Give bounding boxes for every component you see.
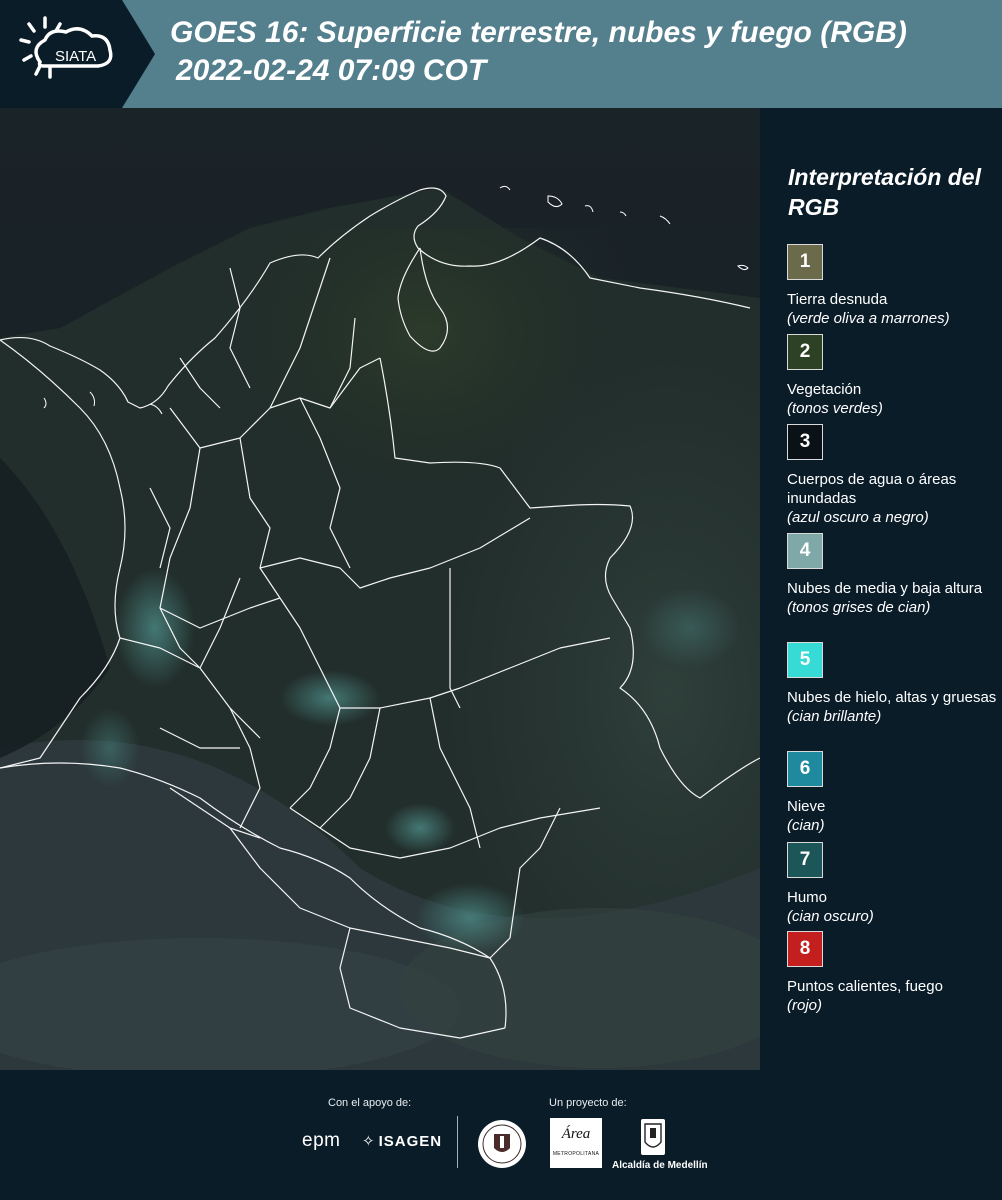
legend-item-5: 5 Nubes de hielo, altas y gruesas (cian … bbox=[787, 642, 997, 726]
legend-panel: Interpretación del RGB 1 Tierra desnuda … bbox=[765, 108, 1002, 1070]
legend-item-2: 2 Vegetación (tonos verdes) bbox=[787, 334, 997, 418]
legend-label-4: Nubes de media y baja altura bbox=[787, 580, 983, 597]
header-bar: SIATA GOES 16: Superficie terrestre, nub… bbox=[0, 0, 1002, 108]
legend-item-4: 4 Nubes de media y baja altura (tonos gr… bbox=[787, 533, 997, 617]
legend-label-8: Puntos calientes, fuego bbox=[787, 978, 943, 995]
legend-swatch-2: 2 bbox=[787, 334, 823, 370]
legend-text-5: Nubes de hielo, altas y gruesas (cian br… bbox=[787, 688, 997, 726]
legend-swatch-7: 7 bbox=[787, 842, 823, 878]
legend-item-1: 1 Tierra desnuda (verde oliva a marrones… bbox=[787, 244, 997, 328]
legend-swatch-6: 6 bbox=[787, 751, 823, 787]
title-line-2: 2022-02-24 07:09 COT bbox=[176, 54, 487, 87]
legend-item-3: 3 Cuerpos de agua o áreas inundadas (azu… bbox=[787, 424, 997, 527]
legend-swatch-4: 4 bbox=[787, 533, 823, 569]
satellite-map[interactable] bbox=[0, 108, 762, 1070]
legend-text-3: Cuerpos de agua o áreas inundadas (azul … bbox=[787, 470, 997, 527]
legend-swatch-3: 3 bbox=[787, 424, 823, 460]
legend-text-1: Tierra desnuda (verde oliva a marrones) bbox=[787, 290, 997, 328]
amva-logo-subtext: METROPOLITANA bbox=[552, 1151, 600, 1157]
siata-logo[interactable]: SIATA bbox=[0, 0, 155, 108]
epm-logo[interactable]: epm bbox=[302, 1130, 340, 1152]
area-metropolitana-logo[interactable]: Área METROPOLITANA bbox=[550, 1118, 602, 1168]
legend-item-6: 6 Nieve (cian) bbox=[787, 751, 997, 835]
legend-hint-4: (tonos grises de cian) bbox=[787, 599, 931, 616]
legend-label-6: Nieve bbox=[787, 798, 826, 815]
isagen-logo[interactable]: ✧ ISAGEN bbox=[362, 1132, 442, 1150]
legend-text-7: Humo (cian oscuro) bbox=[787, 888, 997, 926]
legend-hint-7: (cian oscuro) bbox=[787, 908, 874, 925]
legend-label-3: Cuerpos de agua o áreas inundadas bbox=[787, 471, 957, 507]
legend-item-7: 7 Humo (cian oscuro) bbox=[787, 842, 997, 926]
isagen-logo-text: ISAGEN bbox=[378, 1133, 443, 1150]
legend-label-5: Nubes de hielo, altas y gruesas bbox=[787, 689, 997, 706]
footer-divider bbox=[457, 1116, 458, 1168]
title-line-1: GOES 16: Superficie terrestre, nubes y f… bbox=[170, 16, 907, 49]
legend-text-4: Nubes de media y baja altura (tonos gris… bbox=[787, 579, 997, 617]
legend-swatch-8: 8 bbox=[787, 931, 823, 967]
legend-text-8: Puntos calientes, fuego (rojo) bbox=[787, 977, 997, 1015]
university-seal-logo[interactable] bbox=[476, 1118, 528, 1170]
legend-hint-1: (verde oliva a marrones) bbox=[787, 310, 950, 327]
legend-text-6: Nieve (cian) bbox=[787, 797, 997, 835]
siata-logo-text: SIATA bbox=[55, 48, 96, 65]
amva-logo-text: Área bbox=[561, 1126, 591, 1142]
legend-label-2: Vegetación bbox=[787, 381, 862, 398]
legend-item-8: 8 Puntos calientes, fuego (rojo) bbox=[787, 931, 997, 1015]
legend-hint-2: (tonos verdes) bbox=[787, 400, 883, 417]
page-title: GOES 16: Superficie terrestre, nubes y f… bbox=[170, 14, 1000, 90]
legend-hint-5: (cian brillante) bbox=[787, 708, 882, 725]
legend-label-7: Humo bbox=[787, 889, 828, 906]
support-caption: Con el apoyo de: bbox=[328, 1097, 412, 1109]
footer: Con el apoyo de: Un proyecto de: epm ✧ IS… bbox=[0, 1070, 1002, 1200]
isagen-mark-icon: ✧ bbox=[362, 1133, 376, 1150]
legend-hint-6: (cian) bbox=[787, 817, 825, 834]
legend-label-1: Tierra desnuda bbox=[787, 291, 888, 308]
legend-swatch-5: 5 bbox=[787, 642, 823, 678]
project-caption: Un proyecto de: bbox=[549, 1097, 627, 1109]
medellin-shield-icon[interactable] bbox=[640, 1118, 666, 1156]
legend-title: Interpretación del RGB bbox=[788, 164, 981, 220]
legend-swatch-1: 1 bbox=[787, 244, 823, 280]
alcaldia-medellin-label: Alcaldía de Medellín bbox=[612, 1160, 708, 1171]
legend-hint-8: (rojo) bbox=[787, 997, 823, 1014]
legend-hint-3: (azul oscuro a negro) bbox=[787, 509, 929, 526]
legend-text-2: Vegetación (tonos verdes) bbox=[787, 380, 997, 418]
